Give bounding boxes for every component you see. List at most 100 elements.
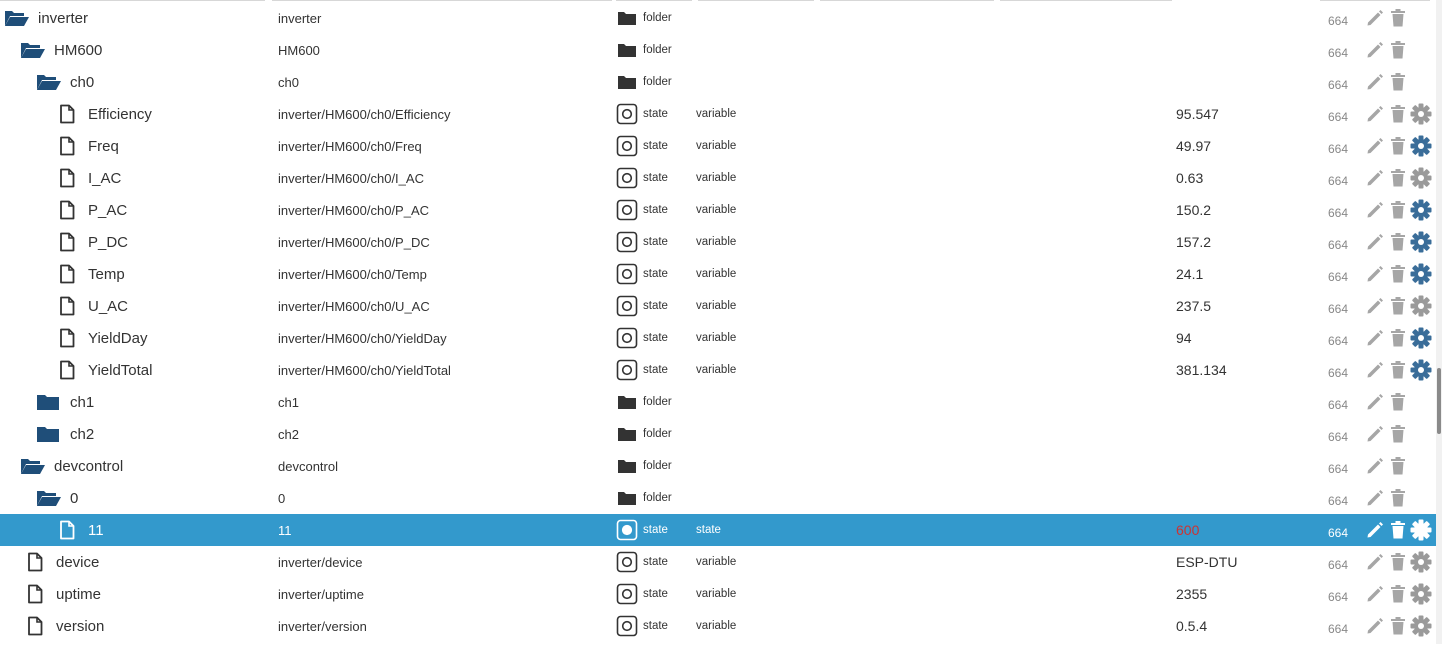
- file-icon[interactable]: [58, 230, 82, 254]
- gear-icon[interactable]: [1409, 550, 1432, 574]
- gear-icon[interactable]: [1409, 326, 1432, 350]
- pencil-icon[interactable]: [1363, 454, 1386, 478]
- object-value[interactable]: 24.1: [1176, 258, 1203, 290]
- object-value[interactable]: 0.5.4: [1176, 610, 1207, 642]
- table-row[interactable]: Temp inverter/HM600/ch0/Temp state variable…: [0, 258, 1436, 290]
- pencil-icon[interactable]: [1363, 166, 1386, 190]
- object-value[interactable]: 381.134: [1176, 354, 1227, 386]
- table-row[interactable]: ch2 ch2 folder 664: [0, 418, 1436, 450]
- trash-icon[interactable]: [1386, 582, 1409, 606]
- gear-icon[interactable]: [1409, 262, 1432, 286]
- pencil-icon[interactable]: [1363, 6, 1386, 30]
- table-row[interactable]: devcontrol devcontrol folder 664: [0, 450, 1436, 482]
- pencil-icon[interactable]: [1363, 358, 1386, 382]
- pencil-icon[interactable]: [1363, 390, 1386, 414]
- file-icon[interactable]: [58, 198, 82, 222]
- folder-open-icon[interactable]: [36, 486, 64, 510]
- table-row[interactable]: ch0 ch0 folder 664: [0, 66, 1436, 98]
- trash-icon[interactable]: [1386, 518, 1409, 542]
- folder-closed-icon[interactable]: [36, 390, 64, 414]
- file-icon[interactable]: [58, 166, 82, 190]
- pencil-icon[interactable]: [1363, 198, 1386, 222]
- object-value[interactable]: 95.547: [1176, 98, 1219, 130]
- file-icon[interactable]: [26, 614, 50, 638]
- file-icon[interactable]: [58, 294, 82, 318]
- object-value[interactable]: 150.2: [1176, 194, 1211, 226]
- folder-open-icon[interactable]: [20, 38, 48, 62]
- table-row[interactable]: version inverter/version state variable 0.5.…: [0, 610, 1436, 642]
- trash-icon[interactable]: [1386, 166, 1409, 190]
- pencil-icon[interactable]: [1363, 486, 1386, 510]
- trash-icon[interactable]: [1386, 70, 1409, 94]
- folder-closed-icon[interactable]: [36, 422, 64, 446]
- table-row[interactable]: I_AC inverter/HM600/ch0/I_AC state variable…: [0, 162, 1436, 194]
- table-row[interactable]: ch1 ch1 folder 664: [0, 386, 1436, 418]
- trash-icon[interactable]: [1386, 326, 1409, 350]
- object-value[interactable]: ESP-DTU: [1176, 546, 1237, 578]
- object-value[interactable]: 0.63: [1176, 162, 1203, 194]
- table-row[interactable]: inverter inverter folder 664: [0, 2, 1436, 34]
- vertical-scrollbar[interactable]: [1436, 0, 1442, 644]
- trash-icon[interactable]: [1386, 6, 1409, 30]
- pencil-icon[interactable]: [1363, 262, 1386, 286]
- gear-icon[interactable]: [1409, 614, 1432, 638]
- pencil-icon[interactable]: [1363, 294, 1386, 318]
- trash-icon[interactable]: [1386, 230, 1409, 254]
- table-row[interactable]: P_DC inverter/HM600/ch0/P_DC state variable…: [0, 226, 1436, 258]
- pencil-icon[interactable]: [1363, 134, 1386, 158]
- table-row[interactable]: HM600 HM600 folder 664: [0, 34, 1436, 66]
- folder-open-icon[interactable]: [36, 70, 64, 94]
- gear-icon[interactable]: [1409, 166, 1432, 190]
- gear-icon[interactable]: [1409, 198, 1432, 222]
- gear-icon[interactable]: [1409, 358, 1432, 382]
- trash-icon[interactable]: [1386, 422, 1409, 446]
- file-icon[interactable]: [58, 262, 82, 286]
- pencil-icon[interactable]: [1363, 326, 1386, 350]
- trash-icon[interactable]: [1386, 134, 1409, 158]
- table-row[interactable]: P_AC inverter/HM600/ch0/P_AC state variable…: [0, 194, 1436, 226]
- file-icon[interactable]: [58, 134, 82, 158]
- trash-icon[interactable]: [1386, 390, 1409, 414]
- file-icon[interactable]: [58, 102, 82, 126]
- pencil-icon[interactable]: [1363, 70, 1386, 94]
- object-value[interactable]: 237.5: [1176, 290, 1211, 322]
- table-row[interactable]: 0 0 folder 664: [0, 482, 1436, 514]
- gear-icon[interactable]: [1409, 294, 1432, 318]
- object-value[interactable]: 600: [1176, 514, 1199, 546]
- pencil-icon[interactable]: [1363, 518, 1386, 542]
- object-value[interactable]: 94: [1176, 322, 1192, 354]
- folder-open-icon[interactable]: [4, 6, 32, 30]
- table-row[interactable]: uptime inverter/uptime state variable 2355 66…: [0, 578, 1436, 610]
- file-icon[interactable]: [26, 550, 50, 574]
- file-icon[interactable]: [26, 582, 50, 606]
- pencil-icon[interactable]: [1363, 38, 1386, 62]
- gear-icon[interactable]: [1409, 102, 1432, 126]
- folder-open-icon[interactable]: [20, 454, 48, 478]
- trash-icon[interactable]: [1386, 550, 1409, 574]
- table-row[interactable]: Freq inverter/HM600/ch0/Freq state variable…: [0, 130, 1436, 162]
- trash-icon[interactable]: [1386, 102, 1409, 126]
- scrollbar-thumb[interactable]: [1437, 368, 1441, 434]
- trash-icon[interactable]: [1386, 198, 1409, 222]
- trash-icon[interactable]: [1386, 614, 1409, 638]
- gear-icon[interactable]: [1409, 582, 1432, 606]
- file-icon[interactable]: [58, 358, 82, 382]
- gear-icon[interactable]: [1409, 230, 1432, 254]
- pencil-icon[interactable]: [1363, 230, 1386, 254]
- gear-icon[interactable]: [1409, 518, 1432, 542]
- pencil-icon[interactable]: [1363, 102, 1386, 126]
- trash-icon[interactable]: [1386, 262, 1409, 286]
- object-value[interactable]: 49.97: [1176, 130, 1211, 162]
- table-row[interactable]: YieldTotal inverter/HM600/ch0/YieldTotal s…: [0, 354, 1436, 386]
- file-icon[interactable]: [58, 518, 82, 542]
- object-value[interactable]: 157.2: [1176, 226, 1211, 258]
- table-row[interactable]: Efficiency inverter/HM600/ch0/Efficiency s…: [0, 98, 1436, 130]
- trash-icon[interactable]: [1386, 38, 1409, 62]
- table-row[interactable]: 11 11 state state 600 664: [0, 514, 1436, 546]
- trash-icon[interactable]: [1386, 294, 1409, 318]
- pencil-icon[interactable]: [1363, 550, 1386, 574]
- table-row[interactable]: U_AC inverter/HM600/ch0/U_AC state variable…: [0, 290, 1436, 322]
- table-row[interactable]: device inverter/device state variable ESP-DT…: [0, 546, 1436, 578]
- trash-icon[interactable]: [1386, 358, 1409, 382]
- pencil-icon[interactable]: [1363, 422, 1386, 446]
